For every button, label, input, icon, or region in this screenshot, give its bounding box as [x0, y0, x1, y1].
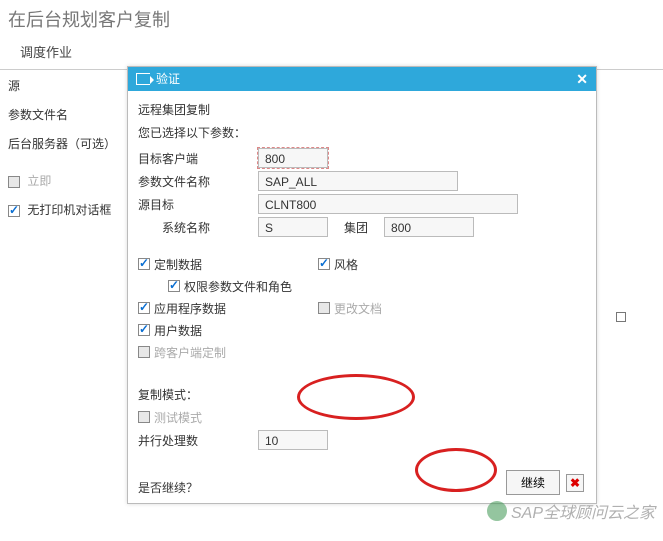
- label-target-client: 目标客户端: [138, 150, 258, 167]
- label-cross-client: 跨客户端定制: [154, 344, 226, 361]
- immediate-checkbox-row: 立即: [8, 172, 123, 189]
- left-panel: 源 参数文件名 后台服务器（可选） 立即 无打印机对话框: [8, 65, 123, 230]
- label-source-target: 源目标: [138, 196, 258, 213]
- wechat-icon: [487, 501, 507, 521]
- checkbox-auth-roles[interactable]: [168, 280, 180, 292]
- value-group: 800: [384, 217, 474, 237]
- label-param-file: 参数文件名: [8, 106, 123, 123]
- label-app-data: 应用程序数据: [154, 300, 226, 317]
- value-parallel: 10: [258, 430, 328, 450]
- label-group: 集团: [344, 219, 368, 236]
- label-copy-mode: 复制模式：: [138, 386, 586, 403]
- checkbox-no-printer[interactable]: [8, 205, 20, 217]
- label-param-file-name: 参数文件名称: [138, 173, 258, 190]
- label-bg-server: 后台服务器（可选）: [8, 135, 123, 152]
- checkbox-grid: 定制数据 风格 权限参数文件和角色 应用程序数据 更改文档 用户数据 跨客户端定…: [138, 254, 586, 362]
- annotation-square: [616, 312, 626, 322]
- label-immediate: 立即: [27, 174, 51, 188]
- checkbox-app-data[interactable]: [138, 302, 150, 314]
- value-system-name: S: [258, 217, 328, 237]
- label-system-name: 系统名称: [138, 219, 258, 236]
- dialog-heading: 远程集团复制: [138, 101, 586, 118]
- no-printer-row: 无打印机对话框: [8, 201, 123, 218]
- label-test-mode: 测试模式: [154, 409, 202, 426]
- checkbox-change-doc[interactable]: [318, 302, 330, 314]
- label-custom-data: 定制数据: [154, 256, 202, 273]
- checkbox-user-data[interactable]: [138, 324, 150, 336]
- label-change-doc: 更改文档: [334, 300, 382, 317]
- page-title: 在后台规划客户复制: [0, 0, 663, 38]
- checkbox-immediate[interactable]: [8, 176, 20, 188]
- label-source: 源: [8, 77, 123, 94]
- verify-dialog: 验证 ✕ 远程集团复制 您已选择以下参数： 目标客户端 800 参数文件名称 S…: [127, 66, 597, 504]
- dialog-footer: 继续 ✖: [506, 470, 584, 495]
- dialog-titlebar: 验证 ✕: [128, 67, 596, 91]
- checkbox-cross-client[interactable]: [138, 346, 150, 358]
- label-no-printer: 无打印机对话框: [27, 203, 111, 217]
- label-auth-roles: 权限参数文件和角色: [184, 278, 292, 295]
- dialog-title-text: 验证: [156, 67, 180, 91]
- label-style: 风格: [334, 256, 358, 273]
- value-source-target: CLNT800: [258, 194, 518, 214]
- close-icon[interactable]: ✕: [576, 67, 588, 91]
- continue-button[interactable]: 继续: [506, 470, 560, 495]
- value-target-client: 800: [258, 148, 328, 168]
- label-parallel: 并行处理数: [138, 432, 258, 449]
- checkbox-custom-data[interactable]: [138, 258, 150, 270]
- label-user-data: 用户数据: [154, 322, 202, 339]
- menu-item-schedule[interactable]: 调度作业: [20, 45, 72, 60]
- return-icon: [136, 73, 150, 85]
- dialog-body: 远程集团复制 您已选择以下参数： 目标客户端 800 参数文件名称 SAP_AL…: [128, 91, 596, 496]
- checkbox-style[interactable]: [318, 258, 330, 270]
- cancel-icon[interactable]: ✖: [566, 474, 584, 492]
- checkbox-test-mode[interactable]: [138, 411, 150, 423]
- value-param-file-name: SAP_ALL: [258, 171, 458, 191]
- selected-params-label: 您已选择以下参数：: [138, 124, 586, 141]
